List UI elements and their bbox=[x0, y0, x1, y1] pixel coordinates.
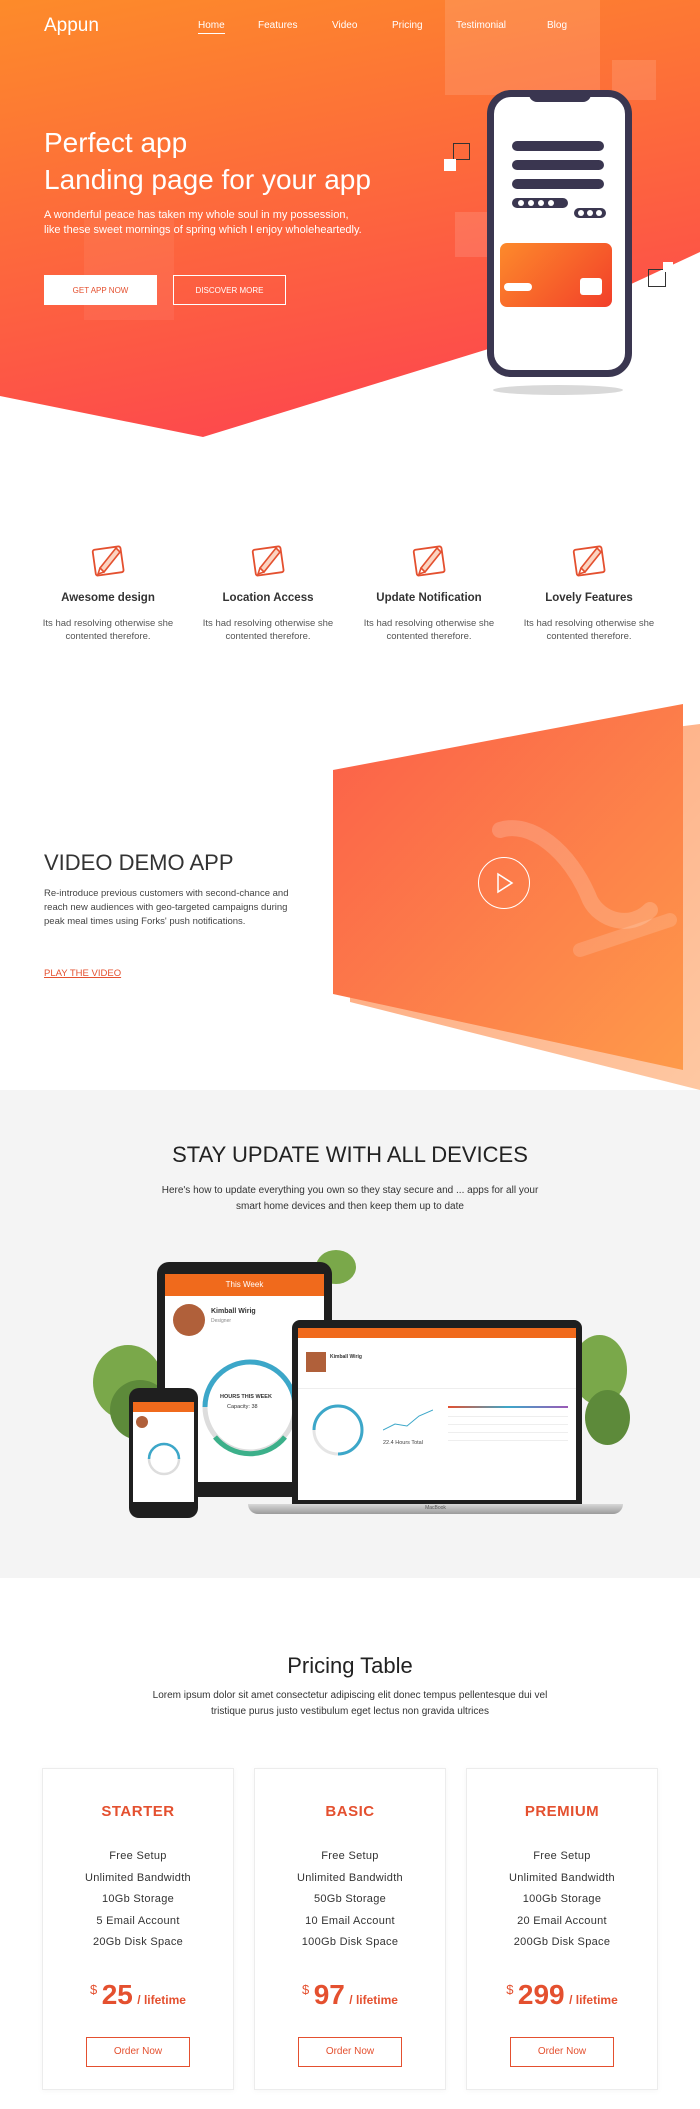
pricing-description: Lorem ipsum dolor sit amet consectetur a… bbox=[152, 1690, 548, 1717]
plan-features: Free Setup Unlimited Bandwidth 10Gb Stor… bbox=[43, 1846, 233, 1954]
laptop-brand: MacBook bbox=[425, 1505, 446, 1511]
plan-feature: 50Gb Storage bbox=[313, 1893, 387, 1905]
tablet-gauge-label: HOURS THIS WEEK bbox=[220, 1394, 272, 1400]
plan-price: $ 97 / lifetime bbox=[255, 1979, 445, 2011]
pricing-card-basic: BASIC Free Setup Unlimited Bandwidth 50G… bbox=[254, 1768, 446, 2090]
pencil-ruler-icon bbox=[412, 545, 446, 577]
feature-title: Location Access bbox=[222, 592, 314, 604]
play-video-link[interactable]: PLAY THE VIDEO bbox=[44, 968, 121, 979]
price-period: / lifetime bbox=[349, 1992, 398, 2007]
pencil-ruler-icon bbox=[572, 545, 606, 577]
feature-description: Its had resolving otherwise she contente… bbox=[42, 618, 174, 642]
phone-illustration bbox=[487, 90, 632, 377]
plan-price: $ 25 / lifetime bbox=[43, 1979, 233, 2011]
plan-feature: Free Setup bbox=[533, 1850, 591, 1862]
plan-features: Free Setup Unlimited Bandwidth 50Gb Stor… bbox=[255, 1846, 445, 1954]
tablet-user-role: Designer bbox=[211, 1318, 232, 1324]
feature-description: Its had resolving otherwise she contente… bbox=[202, 618, 334, 642]
tablet-capacity: Capacity: 38 bbox=[227, 1404, 258, 1410]
nav-blog[interactable]: Blog bbox=[547, 20, 567, 31]
price-amount: 97 bbox=[313, 1978, 345, 2010]
pricing-title: Pricing Table bbox=[287, 1653, 413, 1678]
video-title: VIDEO DEMO APP bbox=[44, 850, 234, 875]
credit-card-icon bbox=[500, 243, 612, 307]
feature-title: Awesome design bbox=[61, 592, 155, 604]
devices-title: STAY UPDATE WITH ALL DEVICES bbox=[172, 1142, 528, 1167]
avatar bbox=[173, 1304, 205, 1336]
play-button[interactable] bbox=[478, 857, 530, 909]
feature-description: Its had resolving otherwise she contente… bbox=[363, 618, 495, 642]
plan-feature: 100Gb Storage bbox=[522, 1893, 602, 1905]
price-period: / lifetime bbox=[137, 1992, 186, 2007]
tablet-header: This Week bbox=[165, 1274, 324, 1296]
hero-title-line2: Landing page for your app bbox=[44, 164, 371, 195]
hero-section: Appun Home Features Video Pricing Testim… bbox=[0, 0, 700, 440]
price-currency: $ bbox=[506, 1981, 514, 1997]
plan-feature: Unlimited Bandwidth bbox=[509, 1871, 615, 1884]
feature-update-notification: Update Notification Its had resolving ot… bbox=[354, 540, 504, 643]
plan-price: $ 299 / lifetime bbox=[467, 1979, 657, 2011]
laptop-base: MacBook bbox=[248, 1504, 623, 1514]
feature-location-access: Location Access Its had resolving otherw… bbox=[193, 540, 343, 643]
order-now-button[interactable]: Order Now bbox=[86, 2036, 190, 2067]
order-now-button[interactable]: Order Now bbox=[298, 2036, 402, 2067]
price-period: / lifetime bbox=[569, 1992, 618, 2007]
plan-feature: 20Gb Disk Space bbox=[92, 1936, 184, 1948]
price-amount: 299 bbox=[517, 1978, 565, 2010]
get-app-button[interactable]: GET APP NOW bbox=[44, 275, 157, 305]
pricing-card-premium: PREMIUM Free Setup Unlimited Bandwidth 1… bbox=[466, 1768, 658, 2090]
nav-video[interactable]: Video bbox=[332, 20, 357, 31]
feature-description: Its had resolving otherwise she contente… bbox=[523, 618, 655, 642]
plan-feature: Free Setup bbox=[321, 1850, 379, 1862]
plan-feature: Unlimited Bandwidth bbox=[297, 1871, 403, 1884]
feature-title: Lovely Features bbox=[545, 592, 633, 604]
tablet-user-name: Kimball Wirig bbox=[211, 1308, 256, 1315]
laptop-gauge bbox=[312, 1404, 364, 1456]
avatar bbox=[306, 1352, 326, 1372]
devices-description: Here's how to update everything you own … bbox=[161, 1185, 539, 1212]
feature-awesome-design: Awesome design Its had resolving otherwi… bbox=[33, 540, 183, 643]
laptop-hours-total: 22.4 Hours Total bbox=[383, 1440, 423, 1446]
feature-title: Update Notification bbox=[376, 592, 482, 604]
pricing-card-starter: STARTER Free Setup Unlimited Bandwidth 1… bbox=[42, 1768, 234, 2090]
plan-name: PREMIUM bbox=[524, 1803, 600, 1820]
main-nav: Home Features Video Pricing Testimonial … bbox=[0, 20, 700, 40]
nav-testimonial[interactable]: Testimonial bbox=[456, 20, 506, 31]
discover-more-button[interactable]: DISCOVER MORE bbox=[173, 275, 286, 305]
laptop-user-name: Kimball Wirig bbox=[330, 1354, 362, 1360]
laptop-device: Kimball Wirig 22.4 Hours Total bbox=[292, 1320, 582, 1505]
play-icon bbox=[497, 872, 514, 894]
hero-description: A wonderful peace has taken my whole sou… bbox=[44, 209, 362, 236]
video-description: Re-introduce previous customers with sec… bbox=[44, 888, 289, 927]
plan-name: STARTER bbox=[101, 1803, 175, 1820]
plan-feature: 10 Email Account bbox=[305, 1914, 395, 1927]
nav-features[interactable]: Features bbox=[258, 20, 297, 31]
pencil-ruler-icon bbox=[251, 545, 285, 577]
hero-title-line1: Perfect app bbox=[44, 127, 188, 158]
plan-feature: Unlimited Bandwidth bbox=[85, 1871, 191, 1884]
hero-title: Perfect app Landing page for your app bbox=[44, 124, 371, 198]
feature-lovely-features: Lovely Features Its had resolving otherw… bbox=[514, 540, 664, 643]
plan-feature: 5 Email Account bbox=[96, 1914, 180, 1927]
plan-feature: 200Gb Disk Space bbox=[513, 1936, 611, 1948]
price-amount: 25 bbox=[101, 1978, 133, 2010]
phone-device bbox=[129, 1388, 198, 1518]
deco-square bbox=[453, 143, 470, 160]
nav-home[interactable]: Home bbox=[198, 20, 225, 34]
plan-feature: 100Gb Disk Space bbox=[301, 1936, 399, 1948]
devices-section: STAY UPDATE WITH ALL DEVICES Here's how … bbox=[0, 1090, 700, 1578]
nav-pricing[interactable]: Pricing bbox=[392, 20, 423, 31]
price-currency: $ bbox=[302, 1981, 310, 1997]
plan-features: Free Setup Unlimited Bandwidth 100Gb Sto… bbox=[467, 1846, 657, 1954]
plan-name: BASIC bbox=[325, 1803, 375, 1820]
plan-feature: Free Setup bbox=[109, 1850, 167, 1862]
pencil-ruler-icon bbox=[91, 545, 125, 577]
plan-feature: 20 Email Account bbox=[517, 1914, 607, 1927]
plan-feature: 10Gb Storage bbox=[101, 1893, 175, 1905]
price-currency: $ bbox=[90, 1981, 98, 1997]
order-now-button[interactable]: Order Now bbox=[510, 2036, 614, 2067]
